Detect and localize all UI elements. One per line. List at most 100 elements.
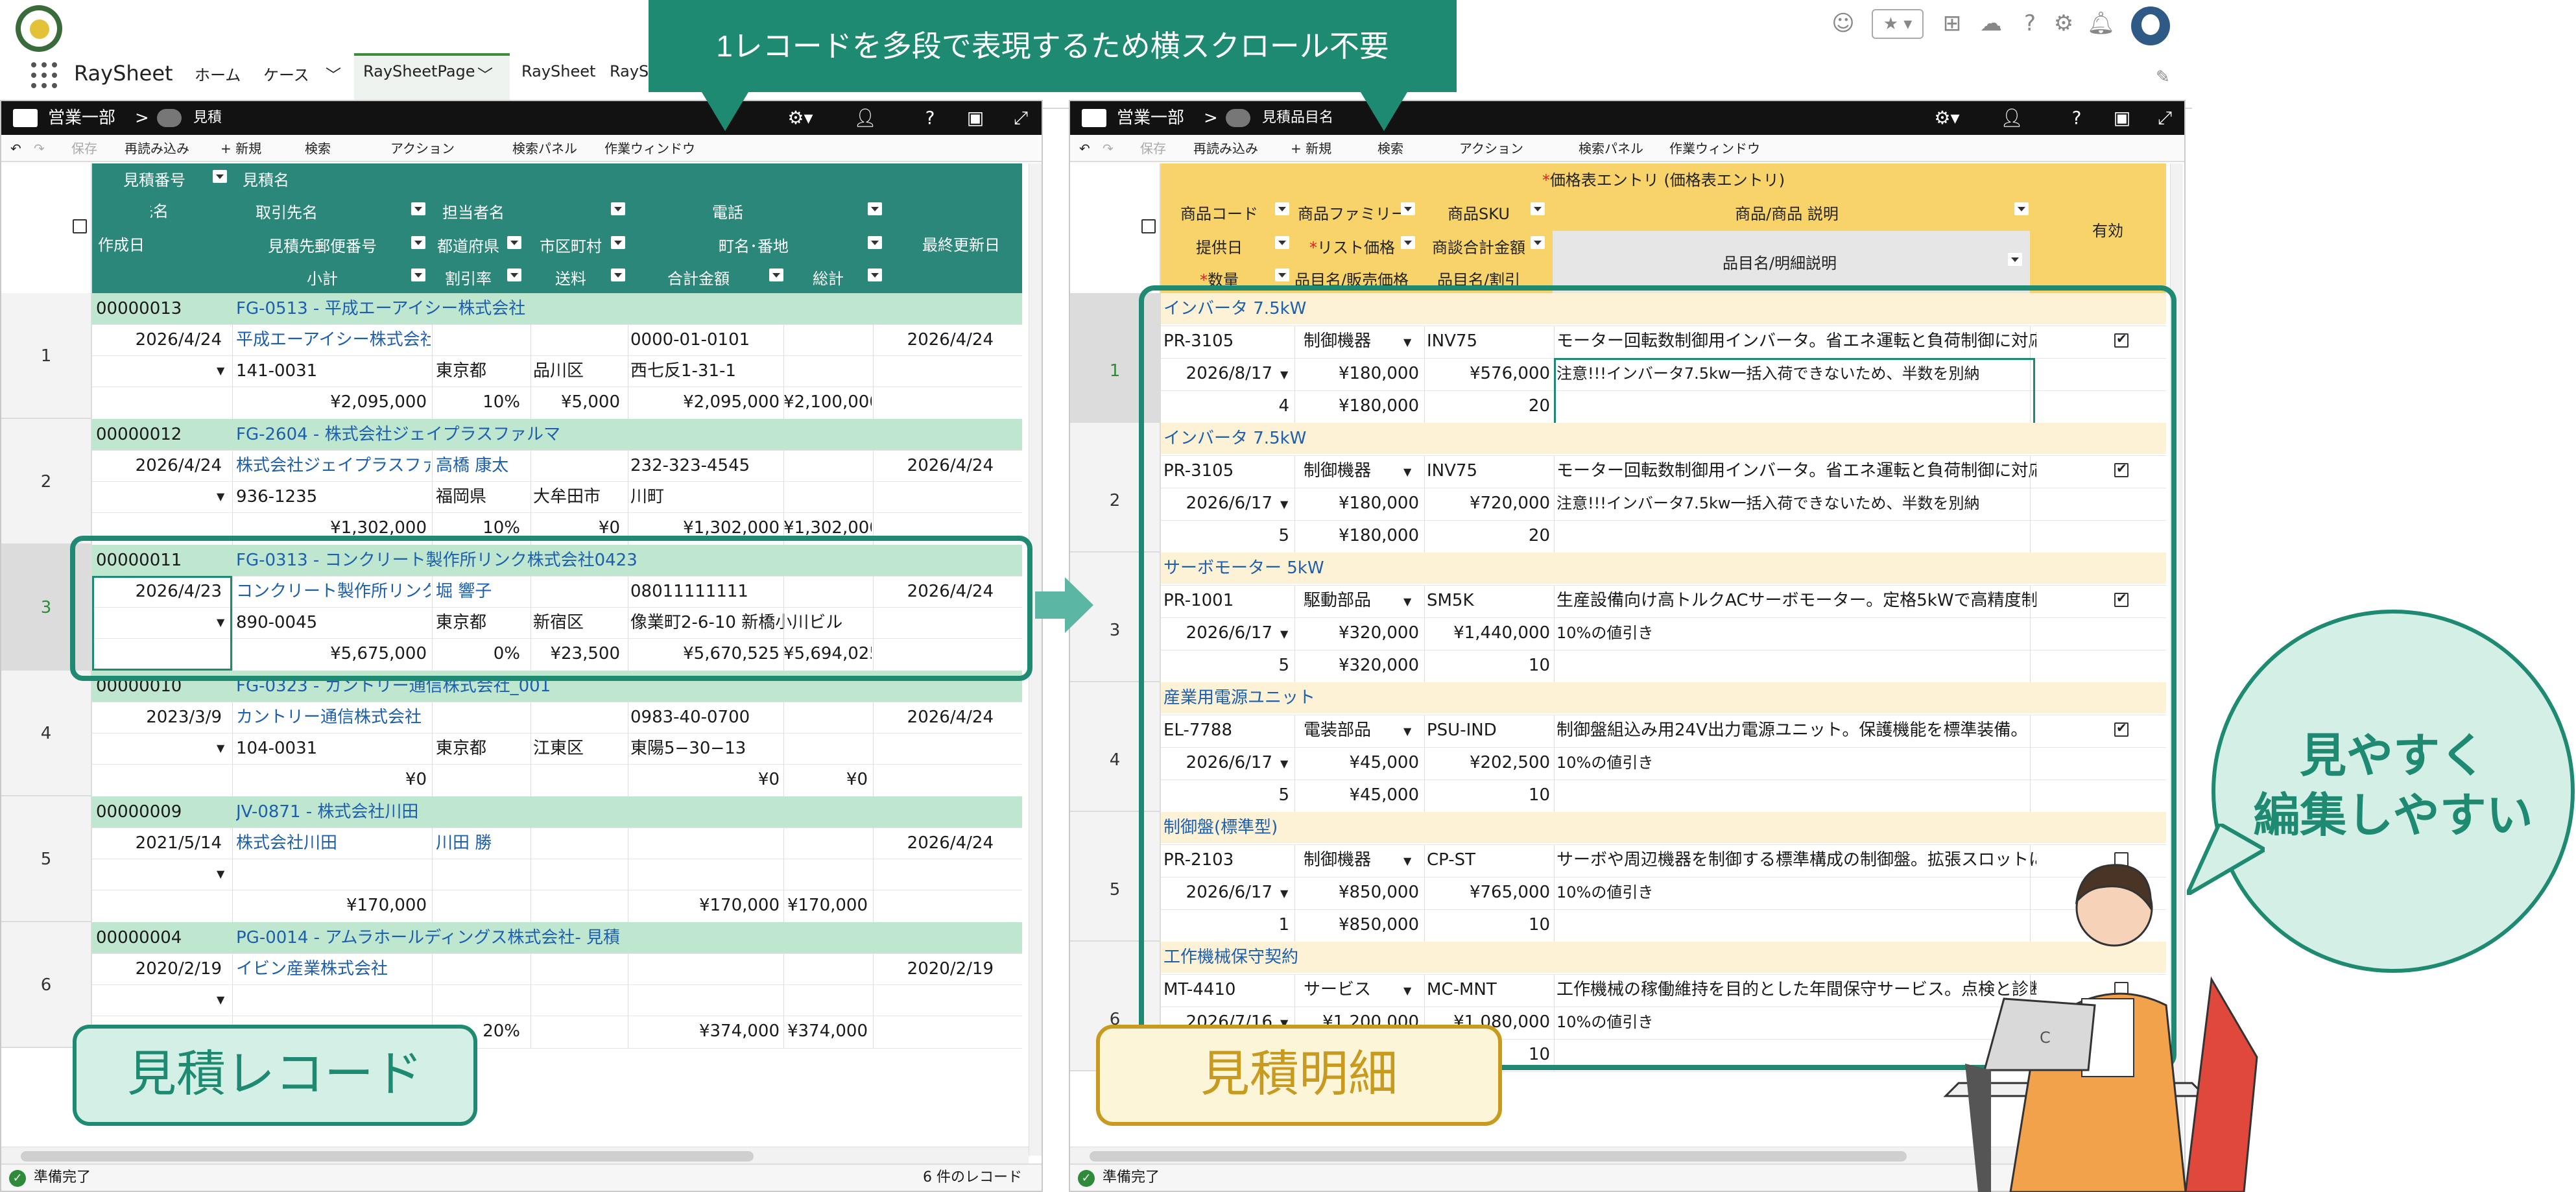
col-updated[interactable]: 最終更新日 bbox=[903, 232, 1020, 255]
filter-dropdown-icon[interactable] bbox=[868, 202, 882, 215]
created-date[interactable]: 2026/4/24 bbox=[92, 450, 228, 481]
postal-code[interactable]: 936-1235 bbox=[236, 481, 431, 512]
row-number[interactable]: 2 bbox=[1, 419, 92, 545]
shipping[interactable]: ¥5,000 bbox=[533, 387, 624, 418]
col-product-sku[interactable]: 商品SKU bbox=[1420, 201, 1537, 224]
quote-name-link[interactable]: PG-0014 - アムラホールディングス株式会社- 見積 bbox=[236, 922, 1014, 953]
reload-button[interactable]: 再読み込み bbox=[125, 135, 189, 162]
postal-code[interactable]: 104-0031 bbox=[236, 733, 431, 764]
undo-icon[interactable]: ↶ bbox=[1079, 135, 1090, 162]
col-date[interactable]: 提供日 bbox=[1161, 235, 1278, 257]
settings-menu-icon[interactable]: ⚙▾ bbox=[1933, 101, 1961, 135]
col-created-header[interactable]: 作成日 bbox=[92, 197, 150, 293]
city[interactable] bbox=[533, 859, 624, 890]
prefecture[interactable]: 東京都 bbox=[436, 733, 527, 764]
search-button[interactable]: 検索 bbox=[305, 135, 331, 162]
filter-dropdown-icon[interactable] bbox=[1531, 202, 1545, 215]
account-link[interactable]: 株式会社ジェイプラスファ… bbox=[236, 450, 431, 481]
filter-dropdown-icon[interactable] bbox=[868, 268, 882, 281]
redo-icon[interactable]: ↷ bbox=[34, 135, 45, 162]
phone-value[interactable]: 232-323-4545 bbox=[630, 450, 877, 481]
street[interactable] bbox=[630, 984, 877, 1016]
account-link[interactable]: イビン産業株式会社 bbox=[236, 953, 431, 984]
contact-link[interactable]: 高橋 康太 bbox=[436, 450, 624, 481]
dropdown-caret-icon[interactable]: ▼ bbox=[217, 364, 224, 377]
quote-name-link[interactable]: FG-0513 - 平成エーアイシー株式会社 bbox=[236, 293, 1014, 324]
account-link[interactable]: カントリー通信株式会社 bbox=[236, 702, 431, 733]
horizontal-scrollbar[interactable] bbox=[1, 1147, 1029, 1165]
filter-dropdown-icon[interactable] bbox=[411, 202, 425, 215]
col-shipping[interactable]: 送料 bbox=[531, 266, 611, 289]
filter-dropdown-icon[interactable] bbox=[411, 236, 425, 249]
bot-icon[interactable]: ☺ bbox=[1830, 10, 1856, 36]
help-icon[interactable]: ? bbox=[916, 101, 944, 135]
city[interactable]: 江東区 bbox=[533, 733, 624, 764]
col-line-desc[interactable]: 品目名/明細説明 bbox=[1553, 250, 2007, 273]
city[interactable]: 大牟田市 bbox=[533, 481, 624, 512]
action-button[interactable]: アクション bbox=[1459, 135, 1523, 162]
phone-value[interactable] bbox=[630, 953, 877, 984]
total-amount[interactable]: ¥0 bbox=[630, 764, 783, 795]
col-product-desc[interactable]: 商品/商品 説明 bbox=[1550, 201, 2023, 224]
phone-value[interactable]: 0983-40-0700 bbox=[630, 702, 877, 733]
prefecture[interactable] bbox=[436, 984, 527, 1016]
prefecture[interactable]: 福岡県 bbox=[436, 481, 527, 512]
col-product-code[interactable]: 商品コード bbox=[1161, 201, 1278, 224]
contact-link[interactable] bbox=[436, 702, 624, 733]
updated-date[interactable]: 2026/4/24 bbox=[870, 702, 1000, 733]
search-panel-button[interactable]: 検索パネル bbox=[512, 135, 577, 162]
bell-icon[interactable]: 🔔︎ bbox=[2087, 10, 2115, 36]
col-postal[interactable]: 見積先郵便番号 bbox=[241, 233, 403, 256]
col-contact[interactable]: 担当者名 bbox=[436, 200, 566, 222]
filter-dropdown-icon[interactable] bbox=[611, 268, 625, 281]
col-active[interactable]: 有効 bbox=[2056, 218, 2160, 241]
avatar-icon[interactable] bbox=[2131, 6, 2170, 45]
save-button[interactable]: 保存 bbox=[71, 135, 97, 162]
nav-tab[interactable]: ホーム bbox=[195, 62, 241, 85]
discount-rate[interactable]: 10% bbox=[436, 387, 524, 418]
col-total-amount[interactable]: 合計金額 bbox=[630, 266, 767, 289]
grand-total[interactable]: ¥2,100,000 bbox=[783, 387, 872, 418]
col-quote-no[interactable]: 見積番号 bbox=[117, 167, 221, 190]
row-number[interactable]: 5 bbox=[1, 796, 92, 922]
filter-dropdown-icon[interactable] bbox=[1401, 202, 1415, 215]
row-number[interactable]: 4 bbox=[1, 671, 92, 796]
col-prefecture[interactable]: 都道府県 bbox=[429, 233, 507, 256]
chevron-down-icon[interactable]: ﹀ bbox=[477, 62, 493, 85]
updated-date[interactable]: 2026/4/24 bbox=[870, 450, 1000, 481]
quote-name-link[interactable]: JV-0871 - 株式会社川田 bbox=[236, 796, 1014, 828]
col-product-family[interactable]: 商品ファミリー bbox=[1297, 201, 1407, 224]
dropdown-caret-icon[interactable]: ▼ bbox=[217, 868, 224, 880]
street[interactable]: 東陽5−30−13 bbox=[630, 733, 877, 764]
work-window-button[interactable]: 作業ウィンドウ bbox=[604, 135, 695, 162]
help-icon[interactable]: ? bbox=[2017, 10, 2043, 36]
created-date[interactable]: 2021/5/14 bbox=[92, 828, 228, 859]
postal-code[interactable]: 141-0031 bbox=[236, 355, 431, 387]
grand-total[interactable]: ¥374,000 bbox=[783, 1016, 872, 1047]
quote-number[interactable]: 00000013 bbox=[96, 293, 232, 324]
discount-rate[interactable] bbox=[436, 890, 524, 921]
shipping[interactable] bbox=[533, 764, 624, 795]
street[interactable]: 川町 bbox=[630, 481, 877, 512]
created-date[interactable]: 2020/2/19 bbox=[92, 953, 228, 984]
filter-dropdown-icon[interactable] bbox=[213, 170, 227, 183]
discount-rate[interactable] bbox=[436, 764, 524, 795]
app-logo[interactable] bbox=[16, 5, 62, 52]
gear-icon[interactable]: ⚙ bbox=[2051, 10, 2077, 36]
quote-number[interactable]: 00000004 bbox=[96, 922, 232, 953]
phone-value[interactable]: 0000-01-0101 bbox=[630, 324, 877, 355]
total-amount[interactable]: ¥170,000 bbox=[630, 890, 783, 921]
account-link[interactable]: 平成エーアイシー株式会社 bbox=[236, 324, 431, 355]
filter-dropdown-icon[interactable] bbox=[411, 268, 425, 281]
filter-dropdown-icon[interactable] bbox=[611, 236, 625, 249]
save-button[interactable]: 保存 bbox=[1140, 135, 1166, 162]
breadcrumb-root[interactable]: 営業一部 bbox=[1117, 101, 1184, 135]
row-number[interactable]: 1 bbox=[1, 293, 92, 419]
street[interactable] bbox=[630, 859, 877, 890]
postal-code[interactable] bbox=[236, 859, 431, 890]
col-city[interactable]: 市区町村 bbox=[531, 233, 611, 256]
account-link[interactable]: 株式会社川田 bbox=[236, 828, 431, 859]
new-button[interactable]: + 新規 bbox=[221, 135, 261, 162]
quote-number[interactable]: 00000012 bbox=[96, 419, 232, 450]
edit-pencil-icon[interactable]: ✎ bbox=[2156, 67, 2170, 87]
